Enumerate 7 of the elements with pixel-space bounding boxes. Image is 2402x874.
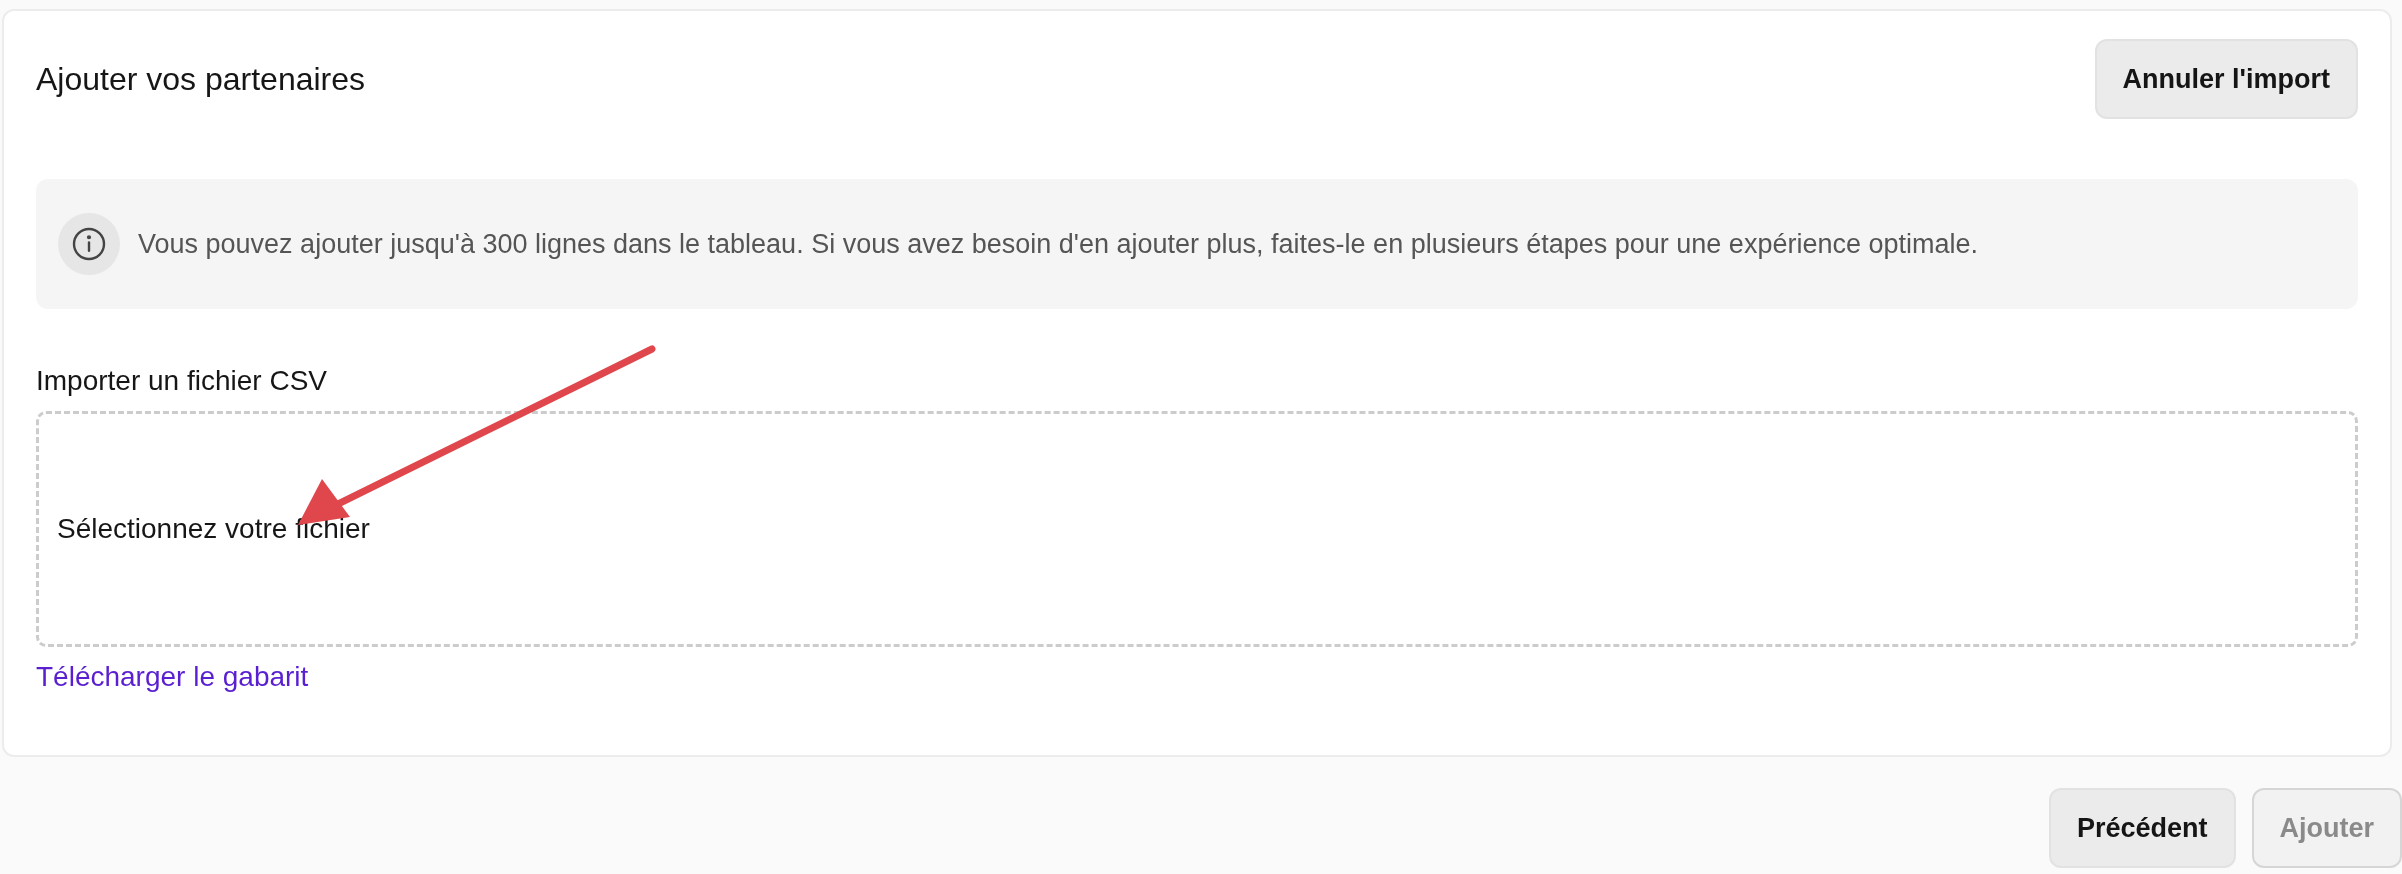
import-label: Importer un fichier CSV xyxy=(36,365,328,397)
info-text: Vous pouvez ajouter jusqu'à 300 lignes dans le tableau. Si vous avez besoin d'en ajouter plus, faites-le en plusieurs étapes pour une expérience optimale. xyxy=(138,228,1978,260)
dropzone-text: Sélectionnez votre fichier xyxy=(57,513,370,545)
previous-button[interactable]: Précédent xyxy=(2048,788,2236,868)
page-title: Ajouter vos partenaires xyxy=(36,60,366,98)
download-template-link[interactable]: Télécharger le gabarit xyxy=(36,661,309,693)
cancel-import-button[interactable]: Annuler l'import xyxy=(2094,39,2358,119)
